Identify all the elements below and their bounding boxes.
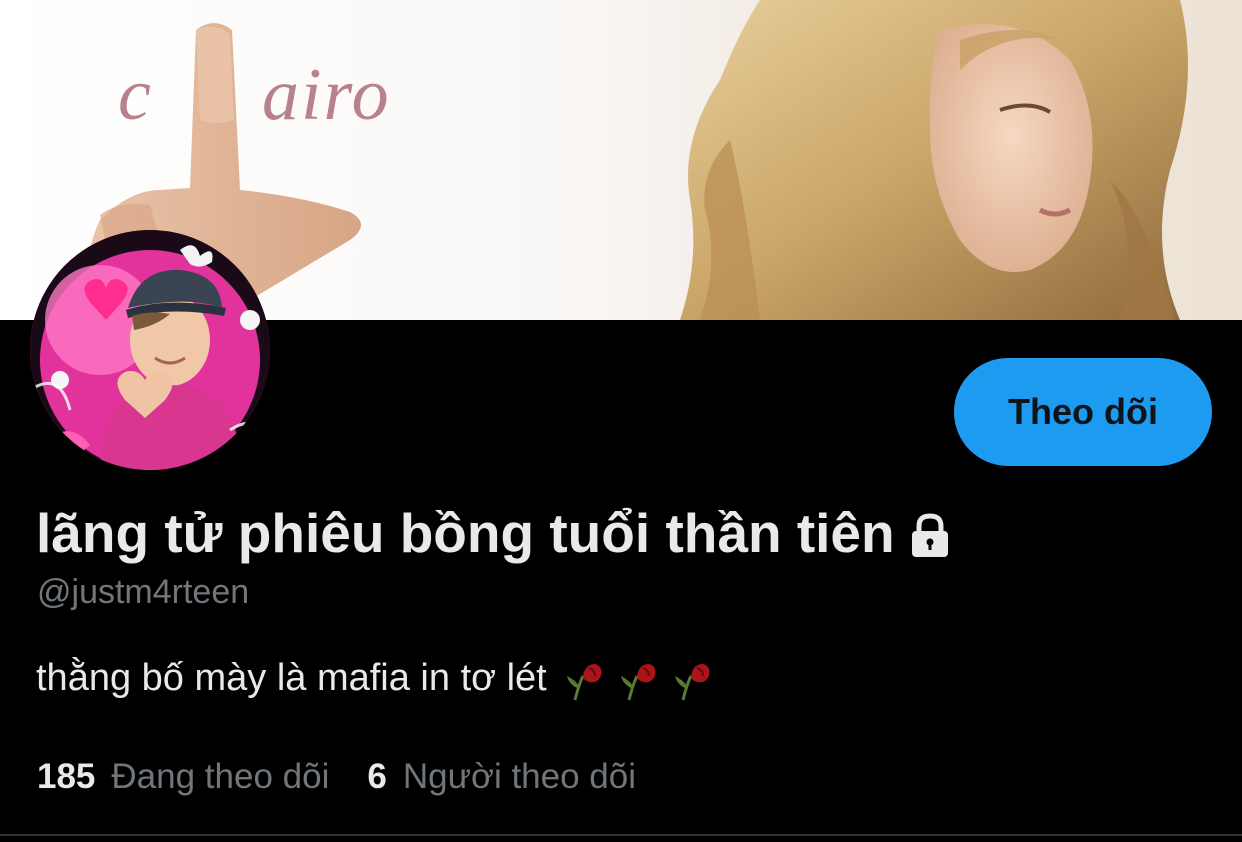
lock-icon bbox=[905, 508, 955, 558]
wilted-rose-icon bbox=[669, 654, 717, 702]
banner-text-right: airo bbox=[262, 54, 391, 136]
display-name-row: lãng tử phiêu bồng tuổi thần tiên bbox=[36, 500, 955, 566]
username-handle: @justm4rteen bbox=[37, 573, 250, 611]
avatar-image bbox=[30, 230, 270, 470]
followers-label: Người theo dõi bbox=[402, 757, 637, 796]
bio-text: thằng bố mày là mafia in tơ lét bbox=[36, 657, 547, 699]
follow-stats: 185 Đang theo dõi 6 Người theo dõi bbox=[37, 754, 636, 800]
divider bbox=[0, 834, 1242, 836]
display-name: lãng tử phiêu bồng tuổi thần tiên bbox=[36, 502, 895, 564]
following-label: Đang theo dõi bbox=[111, 757, 330, 796]
following-link[interactable]: 185 Đang theo dõi bbox=[37, 754, 329, 800]
wilted-rose-icon bbox=[615, 654, 663, 702]
banner-text-left: c bbox=[118, 54, 153, 136]
bio-row: thằng bố mày là mafia in tơ lét bbox=[36, 654, 717, 702]
followers-count: 6 bbox=[367, 757, 387, 796]
followers-link[interactable]: 6 Người theo dõi bbox=[367, 754, 636, 800]
wilted-rose-icon bbox=[561, 654, 609, 702]
follow-button[interactable]: Theo dõi bbox=[954, 358, 1212, 466]
profile-page: c airo Theo dõi lãng tử phiêu bồng tuổi … bbox=[0, 0, 1242, 842]
following-count: 185 bbox=[37, 757, 96, 796]
avatar[interactable] bbox=[30, 230, 270, 470]
